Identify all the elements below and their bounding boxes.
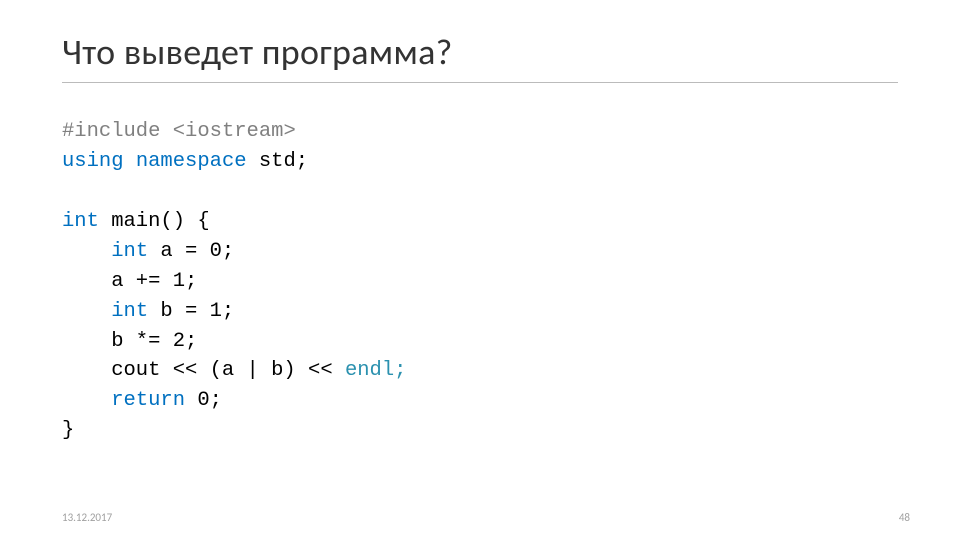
code-token: <iostream> (173, 120, 296, 143)
footer-date: 13.12.2017 (62, 511, 112, 524)
page-title: Что выведет программа? (62, 30, 898, 74)
code-token: namespace (136, 150, 247, 173)
footer: 13.12.2017 48 (62, 511, 910, 524)
code-token (124, 150, 136, 173)
code-token: b *= 2; (62, 330, 197, 353)
code-token (62, 300, 111, 323)
code-token (160, 120, 172, 143)
footer-page-number: 48 (899, 511, 910, 524)
code-token: return (111, 389, 185, 412)
code-token: int (111, 300, 148, 323)
code-token: a += 1; (62, 270, 197, 293)
code-token: #include (62, 120, 160, 143)
code-token: } (62, 419, 74, 442)
title-underline (62, 82, 898, 83)
code-token: using (62, 150, 124, 173)
code-token: cout << (a | b) << (62, 359, 345, 382)
code-token (62, 240, 111, 263)
code-token: 0; (185, 389, 222, 412)
code-token: endl; (345, 359, 407, 382)
code-token: a = 0; (148, 240, 234, 263)
code-block: #include <iostream> using namespace std;… (62, 117, 898, 446)
code-token: std; (247, 150, 309, 173)
code-token: main() { (99, 210, 210, 233)
code-token (62, 389, 111, 412)
code-token: int (62, 210, 99, 233)
code-token: int (111, 240, 148, 263)
code-token: b = 1; (148, 300, 234, 323)
